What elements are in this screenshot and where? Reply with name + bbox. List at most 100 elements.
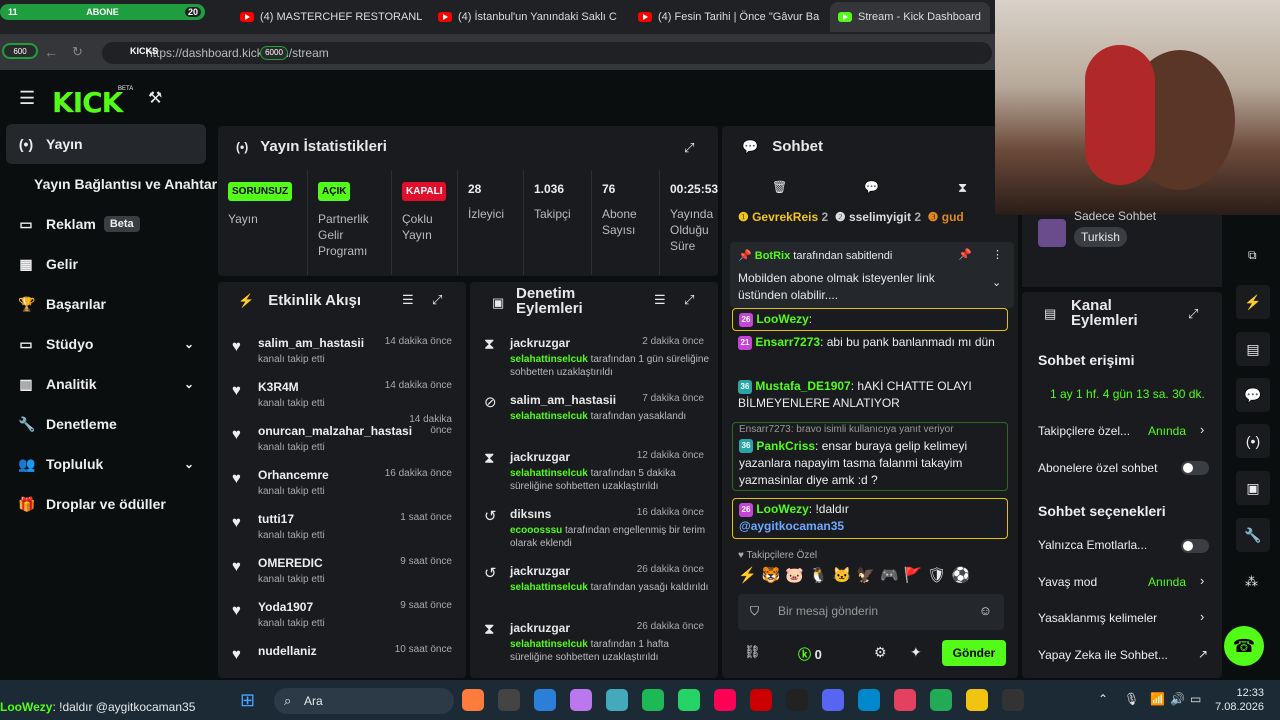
- taskbar-app-icon[interactable]: [966, 689, 988, 711]
- list-item[interactable]: ♥ tutti17 1 saat önce kanalı takip etti: [218, 502, 466, 546]
- sidebar-item[interactable]: Yayın Bağlantısı ve Anahtarı: [0, 164, 221, 204]
- kick-logo[interactable]: KICK: [52, 86, 123, 119]
- wrench-icon[interactable]: 🔧: [1236, 518, 1270, 552]
- expand-icon[interactable]: ⤢: [1188, 306, 1198, 322]
- nodes-icon[interactable]: ⁂: [1245, 574, 1258, 590]
- trash-icon[interactable]: 🗑: [772, 180, 787, 194]
- slow-mode-value[interactable]: Anında: [1148, 575, 1198, 589]
- taskbar-app-icon[interactable]: [930, 689, 952, 711]
- expand-icon[interactable]: ⤢: [684, 292, 694, 308]
- chat-username[interactable]: PankCriss: [756, 439, 815, 453]
- sidebar-item[interactable]: ▭ Stüdyo ⌄: [0, 324, 212, 364]
- taskbar-app-icon[interactable]: [786, 689, 808, 711]
- reload-icon[interactable]: ↻: [72, 44, 83, 60]
- sidebar-item[interactable]: ▦ Gelir: [0, 244, 212, 284]
- chat-username[interactable]: LooWezy: [756, 502, 808, 516]
- browser-tab[interactable]: Stream - Kick Dashboard✕: [830, 2, 990, 32]
- list-item[interactable]: ⧗ jackruzgar 26 dakika önce selahattinselcu…: [470, 621, 718, 676]
- taskbar-app-icon[interactable]: [498, 689, 520, 711]
- sidebar-item[interactable]: 🏆 Başarılar: [0, 284, 212, 324]
- tools-icon[interactable]: ⚒: [148, 88, 162, 108]
- leader-1[interactable]: ❶ GevrekReis 2: [738, 210, 828, 224]
- list-item[interactable]: ⧗ jackruzgar 2 dakika önce selahattinselcuk…: [470, 336, 718, 392]
- taskbar-app-icon[interactable]: [570, 689, 592, 711]
- chat-message[interactable]: 26 LooWezy:: [732, 308, 1008, 332]
- taskbar-app-icon[interactable]: [858, 689, 880, 711]
- taskbar-app-icon[interactable]: [894, 689, 916, 711]
- chat-input[interactable]: Bir mesaj gönderin: [778, 604, 878, 618]
- menu-icon[interactable]: ☰: [19, 88, 35, 109]
- chevron-down-icon[interactable]: ⌄: [184, 377, 194, 391]
- followers-only-value[interactable]: Anında: [1148, 424, 1198, 438]
- list-item[interactable]: ↺ jackruzgar 26 dakika önce selahattinselcu…: [470, 564, 718, 620]
- chevron-right-icon[interactable]: ›: [1200, 609, 1204, 624]
- taskbar-app-icon[interactable]: [822, 689, 844, 711]
- clock[interactable]: 12:33 7.08.2026: [1212, 686, 1264, 715]
- chevron-down-icon[interactable]: ⌄: [184, 337, 194, 351]
- taskbar-app-icon[interactable]: [606, 689, 628, 711]
- chat-username[interactable]: LooWezy: [756, 312, 808, 326]
- chat-icon[interactable]: 💬: [1236, 378, 1270, 412]
- windows-start-icon[interactable]: ⊞: [240, 690, 255, 711]
- ai-chat-setting[interactable]: Yapay Zeka ile Sohbet...: [1038, 648, 1210, 662]
- chat-username[interactable]: Ensarr7273: [755, 335, 820, 349]
- list-item[interactable]: ⧗ jackruzgar 12 dakika önce selahattinselcu…: [470, 450, 718, 506]
- chat-message[interactable]: 26 LooWezy: !daldır @aygitkocaman35: [732, 498, 1008, 539]
- sidebar-item[interactable]: 👥 Topluluk ⌄: [0, 444, 212, 484]
- sidebar-item[interactable]: 🎁 Droplar ve ödüller: [0, 484, 212, 524]
- list-item[interactable]: ♥ Yoda1907 9 saat önce kanalı takip etti: [218, 590, 466, 634]
- chat-access-value[interactable]: 1 ay 1 hf. 4 gün 13 sa. 30 dk.: [1050, 387, 1222, 401]
- url-field[interactable]: https://dashboard.kick.com/stream: [102, 42, 992, 64]
- taskbar-app-icon[interactable]: [534, 689, 556, 711]
- chat-mention[interactable]: @aygitkocaman35: [739, 519, 844, 533]
- back-arrow-icon[interactable]: ←: [44, 44, 58, 60]
- language-tag[interactable]: Turkish: [1074, 227, 1127, 247]
- chat-message[interactable]: 36 Mustafa_DE1907: hAKİ CHATTE OLAYI BİL…: [738, 378, 1006, 413]
- chevron-down-icon[interactable]: ⌄: [992, 276, 1001, 289]
- expand-icon[interactable]: ⤢: [684, 140, 694, 156]
- chevron-right-icon[interactable]: ›: [1200, 573, 1204, 588]
- chat-settings-icon[interactable]: 💬: [864, 180, 879, 194]
- chat-message[interactable]: 21 Ensarr7273: abi bu pank banlanmadı mı…: [738, 334, 1006, 351]
- taskbar-app-icon[interactable]: [678, 689, 700, 711]
- sidebar-item[interactable]: 🔧 Denetleme: [0, 404, 212, 444]
- volume-icon[interactable]: 🔊: [1170, 692, 1185, 706]
- browser-tab[interactable]: (4) İstanbul'un Yanındaki Saklı C✕: [430, 2, 625, 32]
- browser-tab[interactable]: (4) Fesin Tarihi | Önce "Gâvur Ba✕: [630, 2, 825, 32]
- expand-icon[interactable]: ⤢: [432, 292, 442, 308]
- taskbar-app-icon[interactable]: [462, 689, 484, 711]
- pinned-message[interactable]: 📌 BotRix tarafından sabitlendi 📌 ⋮ Mobil…: [730, 242, 1014, 308]
- support-icon[interactable]: ☎: [1224, 626, 1264, 666]
- taskbar-app-icon[interactable]: [642, 689, 664, 711]
- wifi-icon[interactable]: 📶: [1150, 692, 1165, 706]
- close-icon[interactable]: ✕: [981, 10, 990, 24]
- leader-3[interactable]: ❸ gud: [928, 210, 964, 224]
- chevron-right-icon[interactable]: ›: [1200, 422, 1204, 437]
- list-item[interactable]: ↺ diksıns 16 dakika önce ecooosssu tarafınd…: [470, 507, 718, 563]
- chat-username[interactable]: Mustafa_DE1907: [755, 379, 850, 393]
- broadcast-icon[interactable]: (•): [1236, 424, 1270, 458]
- leader-2[interactable]: ❷ sselimyigit 2: [835, 210, 921, 224]
- link-icon[interactable]: ⛓: [744, 644, 761, 660]
- emote-only-toggle[interactable]: [1181, 539, 1209, 553]
- filter-icon[interactable]: ☰: [654, 292, 666, 308]
- layout-icon[interactable]: ⧉: [1248, 248, 1257, 263]
- lightning-icon[interactable]: ⚡: [1236, 285, 1270, 319]
- emoji-icon[interactable]: ☺: [979, 603, 992, 618]
- list-item[interactable]: ♥ Orhancemre 16 dakika önce kanalı takip et…: [218, 458, 466, 502]
- close-icon[interactable]: ✕: [617, 10, 626, 24]
- battery-icon[interactable]: ▭: [1190, 692, 1201, 706]
- chat-input-box[interactable]: ⛉ Bir mesaj gönderin ☺: [738, 594, 1004, 630]
- hourglass-icon[interactable]: ⧗: [958, 180, 967, 196]
- chevron-down-icon[interactable]: ⌄: [184, 457, 194, 471]
- banned-words-setting[interactable]: Yasaklanmış kelimeler: [1038, 611, 1210, 625]
- moderation-icon[interactable]: ▣: [1236, 471, 1270, 505]
- list-item[interactable]: ⊘ salim_am_hastasii 7 dakika önce selahatti…: [470, 393, 718, 449]
- external-link-icon[interactable]: ↗: [1198, 647, 1208, 661]
- filter-icon[interactable]: ☰: [402, 292, 414, 308]
- pin-icon[interactable]: 📌: [958, 248, 972, 261]
- more-icon[interactable]: ⋮: [992, 248, 1003, 261]
- list-item[interactable]: ♥ nudellaniz 10 saat önce: [218, 634, 466, 676]
- browser-tab[interactable]: (4) MASTERCHEF RESTORANLA✕: [232, 2, 422, 32]
- taskbar-app-icon[interactable]: [714, 689, 736, 711]
